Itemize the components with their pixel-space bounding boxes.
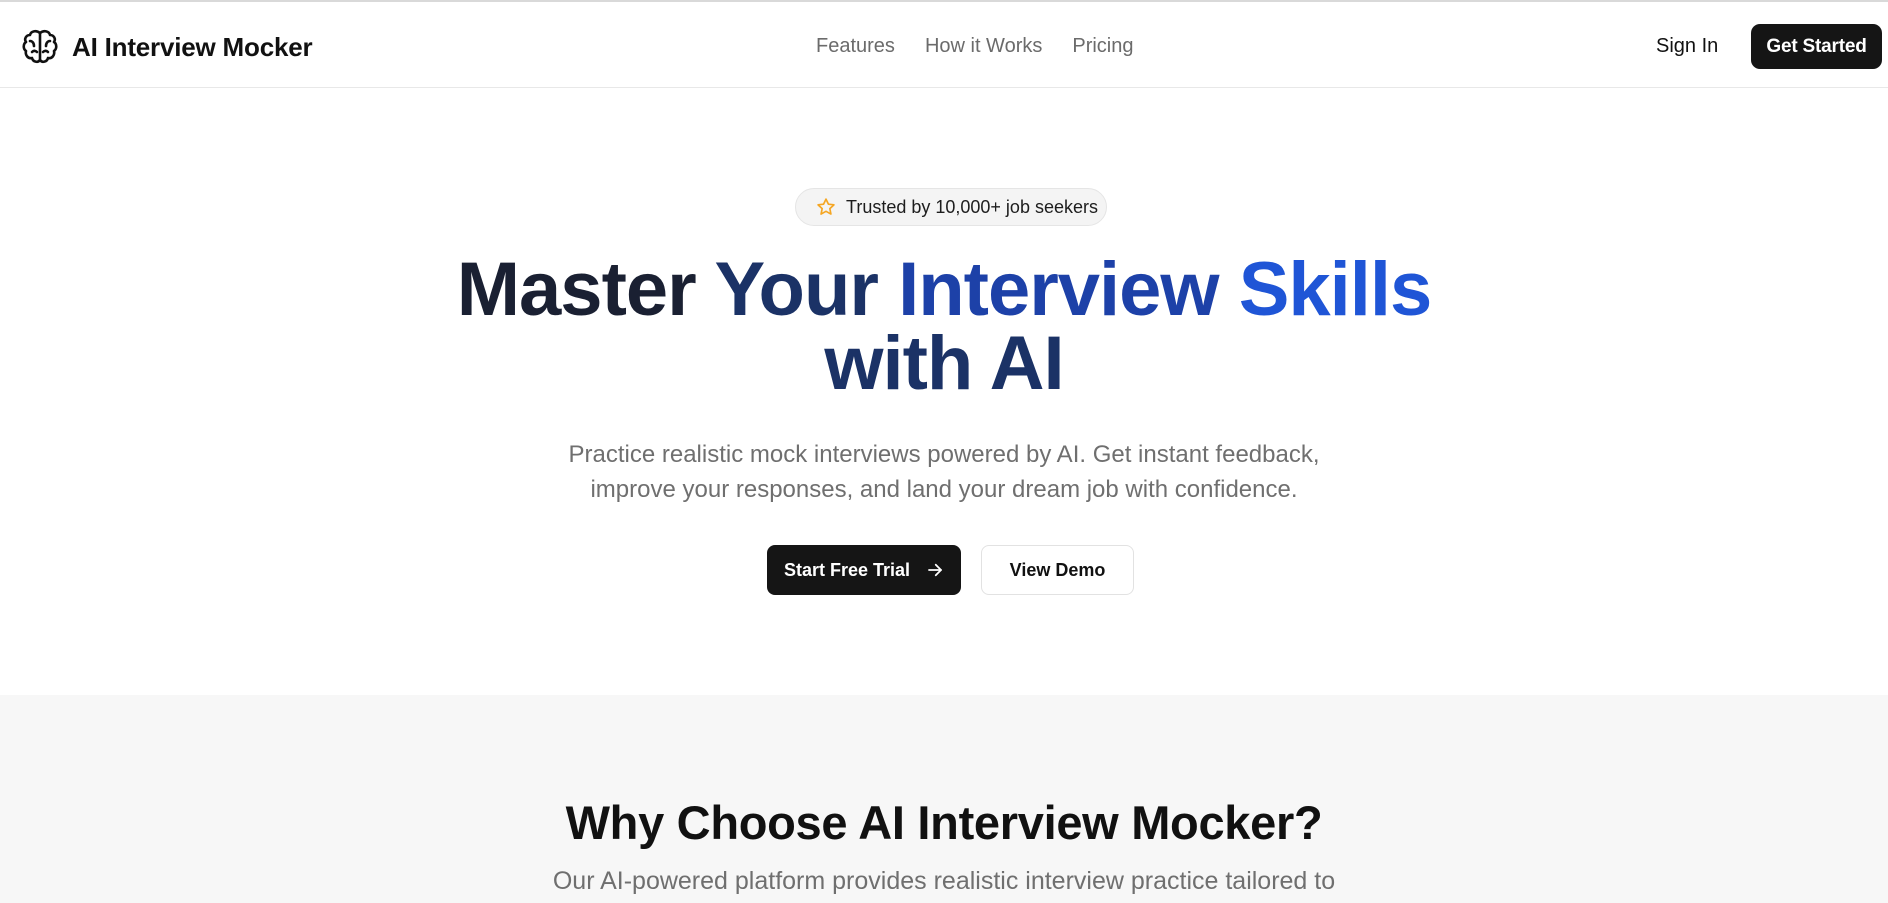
start-free-trial-label: Start Free Trial xyxy=(783,559,911,580)
nav-link-how-it-works[interactable]: How it Works xyxy=(925,35,1042,58)
features-subtitle: Our AI-powered platform provides realist… xyxy=(552,867,1336,895)
hero-subtitle-line: improve your responses, and land your dr… xyxy=(590,476,1298,503)
sign-in-link[interactable]: Sign In xyxy=(1656,35,1718,58)
brand-logo[interactable]: AI Interview Mocker xyxy=(20,26,313,68)
landing-page: AI Interview Mocker Features How it Work… xyxy=(0,0,1888,903)
nav-link-pricing[interactable]: Pricing xyxy=(1072,35,1133,58)
main-nav: Features How it Works Pricing xyxy=(816,35,1134,58)
brand-name: AI Interview Mocker xyxy=(72,31,313,62)
trust-badge: Trusted by 10,000+ job seekers xyxy=(795,188,1107,226)
view-demo-button[interactable]: View Demo xyxy=(981,545,1134,595)
features-title: Why Choose AI Interview Mocker? xyxy=(565,796,1323,849)
brain-icon xyxy=(20,27,60,67)
nav-link-features[interactable]: Features xyxy=(816,35,895,58)
hero-title-word: Master xyxy=(456,247,697,332)
start-free-trial-button[interactable]: Start Free Trial xyxy=(767,545,961,595)
hero-subtitle: Practice realistic mock interviews power… xyxy=(494,437,1394,507)
hero-subtitle-line: Practice realistic mock interviews power… xyxy=(568,441,1320,468)
top-navbar: AI Interview Mocker Features How it Work… xyxy=(0,0,1888,88)
hero-title-word: with AI xyxy=(824,321,1064,406)
hero-title-word: Interview xyxy=(898,247,1219,332)
features-section: Why Choose AI Interview Mocker? Our AI-p… xyxy=(0,695,1888,903)
hero-title: Master Your Interview Skills with AI xyxy=(344,252,1544,402)
get-started-button[interactable]: Get Started xyxy=(1751,24,1882,69)
hero-title-word: Skills xyxy=(1238,247,1433,332)
badge-text: Trusted by 10,000+ job seekers xyxy=(846,196,1098,217)
arrow-right-icon xyxy=(926,561,944,579)
hero-title-word: Your xyxy=(714,247,878,332)
star-icon xyxy=(816,197,836,217)
